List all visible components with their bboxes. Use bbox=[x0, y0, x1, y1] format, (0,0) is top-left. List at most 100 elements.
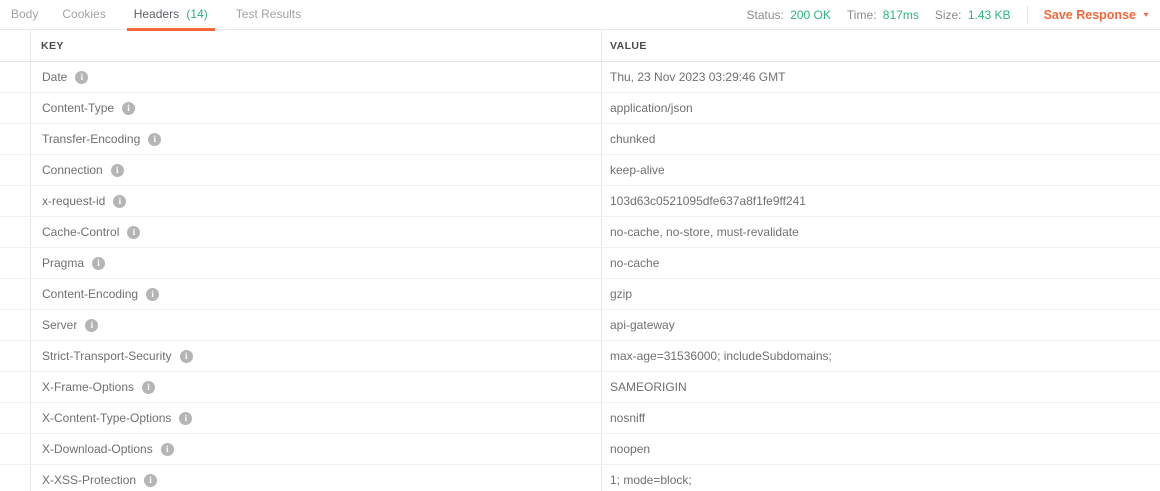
header-value-text: Thu, 23 Nov 2023 03:29:46 GMT bbox=[610, 70, 785, 84]
info-icon[interactable]: i bbox=[179, 412, 192, 425]
header-key-cell: Cache-Control i bbox=[31, 217, 602, 247]
status-indicator: Status: 200 OK bbox=[746, 8, 830, 22]
table-row: Content-Type i application/json bbox=[0, 93, 1160, 124]
gutter-cell bbox=[0, 279, 31, 309]
gutter-cell bbox=[0, 248, 31, 278]
header-key-text: Transfer-Encoding bbox=[42, 132, 140, 146]
header-value-cell: Thu, 23 Nov 2023 03:29:46 GMT bbox=[602, 62, 1160, 92]
gutter-cell bbox=[0, 30, 31, 61]
header-key-cell: x-request-id i bbox=[31, 186, 602, 216]
chevron-down-icon: ▾ bbox=[1143, 10, 1148, 19]
info-icon[interactable]: i bbox=[111, 164, 124, 177]
info-icon[interactable]: i bbox=[161, 443, 174, 456]
header-value-text: nosniff bbox=[610, 411, 645, 425]
gutter-cell bbox=[0, 186, 31, 216]
size-value: 1.43 KB bbox=[968, 8, 1011, 22]
info-icon[interactable]: i bbox=[127, 226, 140, 239]
gutter-cell bbox=[0, 217, 31, 247]
header-key-cell: Server i bbox=[31, 310, 602, 340]
response-headers-table: KEY VALUE Date i Thu, 23 Nov 2023 03:29:… bbox=[0, 30, 1160, 491]
time-indicator: Time: 817ms bbox=[847, 8, 919, 22]
header-value-text: application/json bbox=[610, 101, 693, 115]
table-row: X-Download-Options i noopen bbox=[0, 434, 1160, 465]
save-response-button[interactable]: Save Response ▾ bbox=[1044, 8, 1148, 22]
status-label: Status: bbox=[746, 8, 783, 22]
info-icon[interactable]: i bbox=[113, 195, 126, 208]
header-value-cell: max-age=31536000; includeSubdomains; bbox=[602, 341, 1160, 371]
size-indicator: Size: 1.43 KB bbox=[935, 8, 1011, 22]
gutter-cell bbox=[0, 465, 31, 491]
info-icon[interactable]: i bbox=[180, 350, 193, 363]
tab-headers[interactable]: Headers (14) bbox=[127, 0, 215, 30]
size-label: Size: bbox=[935, 8, 962, 22]
header-value-text: chunked bbox=[610, 132, 655, 146]
header-key-text: X-Frame-Options bbox=[42, 380, 134, 394]
tab-body[interactable]: Body bbox=[8, 0, 41, 30]
header-value-text: keep-alive bbox=[610, 163, 665, 177]
header-key-cell: X-Content-Type-Options i bbox=[31, 403, 602, 433]
header-value-text: max-age=31536000; includeSubdomains; bbox=[610, 349, 832, 363]
column-header-value: VALUE bbox=[602, 30, 1160, 61]
header-value-text: 1; mode=block; bbox=[610, 473, 692, 487]
tab-test-results[interactable]: Test Results bbox=[233, 0, 304, 30]
tab-headers-label: Headers bbox=[134, 7, 179, 21]
header-key-text: Strict-Transport-Security bbox=[42, 349, 172, 363]
gutter-cell bbox=[0, 403, 31, 433]
header-value-cell: api-gateway bbox=[602, 310, 1160, 340]
table-row: Pragma i no-cache bbox=[0, 248, 1160, 279]
header-key-cell: X-Frame-Options i bbox=[31, 372, 602, 402]
table-row: X-XSS-Protection i 1; mode=block; bbox=[0, 465, 1160, 491]
info-icon[interactable]: i bbox=[75, 71, 88, 84]
info-icon[interactable]: i bbox=[146, 288, 159, 301]
table-body: Date i Thu, 23 Nov 2023 03:29:46 GMT Con… bbox=[0, 62, 1160, 491]
header-key-text: X-Download-Options bbox=[42, 442, 153, 456]
table-row: X-Content-Type-Options i nosniff bbox=[0, 403, 1160, 434]
header-value-cell: gzip bbox=[602, 279, 1160, 309]
gutter-cell bbox=[0, 372, 31, 402]
gutter-cell bbox=[0, 341, 31, 371]
header-value-cell: application/json bbox=[602, 93, 1160, 123]
header-key-text: Cache-Control bbox=[42, 225, 119, 239]
tab-cookies[interactable]: Cookies bbox=[59, 0, 108, 30]
gutter-cell bbox=[0, 93, 31, 123]
info-icon[interactable]: i bbox=[144, 474, 157, 487]
header-key-cell: Content-Encoding i bbox=[31, 279, 602, 309]
header-value-cell: noopen bbox=[602, 434, 1160, 464]
header-value-cell: chunked bbox=[602, 124, 1160, 154]
header-value-cell: 1; mode=block; bbox=[602, 465, 1160, 491]
header-key-text: X-Content-Type-Options bbox=[42, 411, 171, 425]
info-icon[interactable]: i bbox=[92, 257, 105, 270]
table-row: Server i api-gateway bbox=[0, 310, 1160, 341]
gutter-cell bbox=[0, 124, 31, 154]
header-key-text: Pragma bbox=[42, 256, 84, 270]
header-key-text: x-request-id bbox=[42, 194, 105, 208]
gutter-cell bbox=[0, 310, 31, 340]
table-row: Strict-Transport-Security i max-age=3153… bbox=[0, 341, 1160, 372]
header-key-cell: Connection i bbox=[31, 155, 602, 185]
header-key-cell: Date i bbox=[31, 62, 602, 92]
table-row: X-Frame-Options i SAMEORIGIN bbox=[0, 372, 1160, 403]
header-key-text: Date bbox=[42, 70, 67, 84]
header-value-cell: no-cache bbox=[602, 248, 1160, 278]
response-meta: Status: 200 OK Time: 817ms Size: 1.43 KB… bbox=[730, 0, 1160, 30]
info-icon[interactable]: i bbox=[142, 381, 155, 394]
header-key-cell: Pragma i bbox=[31, 248, 602, 278]
header-key-cell: Transfer-Encoding i bbox=[31, 124, 602, 154]
table-row: Cache-Control i no-cache, no-store, must… bbox=[0, 217, 1160, 248]
save-response-label: Save Response bbox=[1044, 8, 1136, 22]
header-value-text: 103d63c0521095dfe637a8f1fe9ff241 bbox=[610, 194, 806, 208]
header-value-text: noopen bbox=[610, 442, 650, 456]
info-icon[interactable]: i bbox=[122, 102, 135, 115]
gutter-cell bbox=[0, 62, 31, 92]
header-value-cell: nosniff bbox=[602, 403, 1160, 433]
time-value: 817ms bbox=[883, 8, 919, 22]
header-key-text: Content-Type bbox=[42, 101, 114, 115]
header-value-text: no-cache bbox=[610, 256, 659, 270]
time-label: Time: bbox=[847, 8, 877, 22]
info-icon[interactable]: i bbox=[85, 319, 98, 332]
header-key-cell: X-XSS-Protection i bbox=[31, 465, 602, 491]
table-row: Transfer-Encoding i chunked bbox=[0, 124, 1160, 155]
table-row: x-request-id i 103d63c0521095dfe637a8f1f… bbox=[0, 186, 1160, 217]
info-icon[interactable]: i bbox=[148, 133, 161, 146]
gutter-cell bbox=[0, 434, 31, 464]
